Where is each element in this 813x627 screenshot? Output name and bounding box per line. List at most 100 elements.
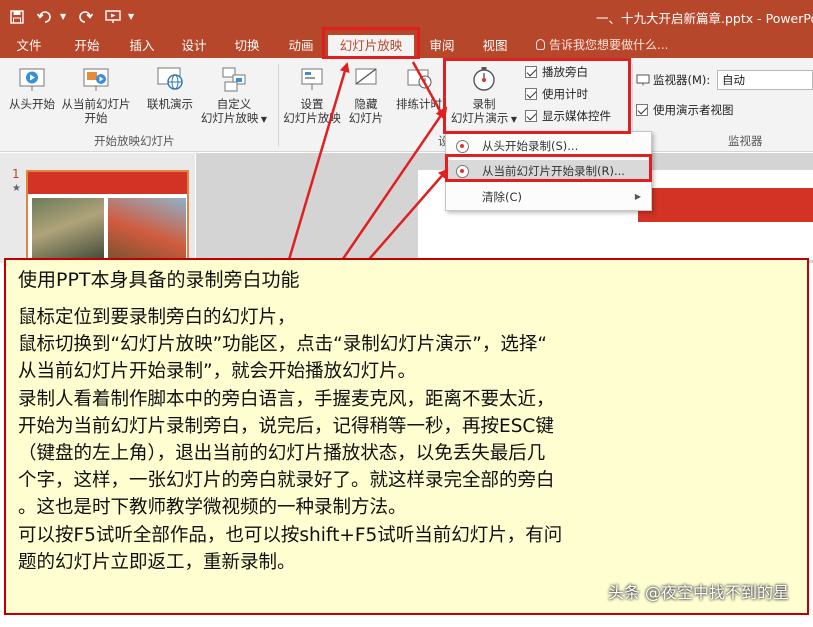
hide-slide-label-2: 幻灯片 <box>348 111 384 125</box>
hide-slide-icon <box>351 64 381 94</box>
record-slideshow-button[interactable]: 录制 幻灯片演示 ▼ <box>448 64 520 127</box>
from-current-label-1: 从当前幻灯片 <box>61 97 131 111</box>
tab-design[interactable]: 设计 <box>171 33 217 58</box>
thumbnail-header-band <box>28 172 187 194</box>
save-button[interactable] <box>4 4 30 30</box>
hide-slide-button[interactable]: 隐藏 幻灯片 <box>344 64 388 125</box>
ribbon-tab-row: 文件 开始 插入 设计 切换 动画 幻灯片放映 审阅 视图 <box>0 33 813 58</box>
use-timings-checkbox[interactable]: 使用计时 <box>525 85 588 103</box>
slide-header-band <box>638 188 813 222</box>
setup-slideshow-label-2: 幻灯片放映 <box>283 111 341 125</box>
show-media-controls-label: 显示媒体控件 <box>542 109 611 123</box>
menu-record-from-current[interactable]: 从当前幻灯片开始录制(R)... <box>446 160 651 182</box>
slide-thumbnail-pane: 1 ★ <box>0 153 195 263</box>
undo-icon <box>37 10 51 23</box>
custom-slideshow-label-1: 自定义 <box>216 97 252 111</box>
record-dropdown-icon: ▼ <box>508 115 518 124</box>
record-slideshow-label-1: 录制 <box>472 97 496 111</box>
hide-slide-label-1: 隐藏 <box>354 97 378 111</box>
thumbnail-photo <box>32 198 104 260</box>
record-dropdown-menu: 从头开始录制(S)... 从当前幻灯片开始录制(R)... 清除(C) ▶ <box>445 131 652 211</box>
custom-slideshow-label-2: 幻灯片放映 <box>200 111 259 125</box>
custom-slideshow-button[interactable]: 自定义 幻灯片放映 ▼ <box>198 64 270 127</box>
play-from-start-icon <box>17 64 47 94</box>
save-icon <box>10 9 24 24</box>
tab-insert[interactable]: 插入 <box>118 33 166 58</box>
rehearse-timings-button[interactable]: 排练计时 <box>396 64 442 111</box>
callout-line: 题的幻灯片立即返工，重新录制。 <box>18 551 296 573</box>
present-online-button[interactable]: 联机演示 <box>140 64 200 111</box>
tab-file[interactable]: 文件 <box>6 33 52 58</box>
callout-line: （键盘的左上角），退出当前的幻灯片播放状态，以免丢失最后几 <box>18 443 546 465</box>
rehearse-timings-label: 排练计时 <box>396 97 442 111</box>
checkbox-checked-icon <box>525 110 537 122</box>
tab-view[interactable]: 视图 <box>472 33 518 58</box>
monitor-select[interactable]: 自动 <box>717 70 813 90</box>
presenter-view-checkbox[interactable]: 使用演示者视图 <box>636 101 734 119</box>
setup-slideshow-label-1: 设置 <box>300 97 324 111</box>
start-from-beginning-qat-button[interactable] <box>100 4 126 30</box>
rehearse-timings-icon <box>404 64 434 94</box>
setup-slideshow-icon <box>297 64 327 94</box>
customize-qat-icon[interactable]: ▼ <box>128 12 138 21</box>
quick-access-toolbar: ▼ ▼ <box>0 0 138 33</box>
tab-transitions[interactable]: 切换 <box>224 33 270 58</box>
callout-line: 从当前幻灯片开始录制”，就会开始播放幻灯片。 <box>18 361 417 383</box>
presenter-view-label: 使用演示者视图 <box>653 103 734 117</box>
play-narrations-checkbox[interactable]: 播放旁白 <box>525 63 588 81</box>
monitor-label-row: 监视器(M): <box>636 71 710 89</box>
play-from-current-icon <box>81 64 111 94</box>
group-separator <box>278 64 279 146</box>
watermark: 头条 @夜空中找不到的星 <box>607 583 789 602</box>
undo-button[interactable] <box>32 4 58 30</box>
monitor-label: 监视器(M): <box>653 73 711 87</box>
show-media-controls-checkbox[interactable]: 显示媒体控件 <box>525 107 611 125</box>
title-bar: ▼ ▼ 一、十九大开启新篇章.pptx - PowerPoint <box>0 0 813 33</box>
undo-dropdown-icon[interactable]: ▼ <box>60 12 70 21</box>
from-beginning-label: 从头开始 <box>9 97 55 111</box>
menu-clear[interactable]: 清除(C) ▶ <box>446 186 651 208</box>
callout-line: 可以按F5试听全部作品，也可以按shift+F5试听当前幻灯片，有问 <box>18 524 563 546</box>
tab-review[interactable]: 审阅 <box>420 33 464 58</box>
record-icon <box>456 165 469 178</box>
record-stopwatch-icon <box>469 64 499 94</box>
from-current-label-2: 开始 <box>84 111 108 125</box>
from-current-slide-button[interactable]: 从当前幻灯片 开始 <box>58 64 134 125</box>
slide-thumbnail[interactable] <box>26 170 189 262</box>
tell-me-box[interactable]: 告诉我您想要做什么... <box>536 33 668 58</box>
callout-line: 录制人看着制作脚本中的旁白语言，手握麦克风，距离不要太近， <box>18 388 555 410</box>
ribbon-panel: 从头开始 从当前幻灯片 开始 联机演示 自定义 幻灯片放映 ▼ 开始放映幻灯片 … <box>0 58 813 152</box>
tab-animations[interactable]: 动画 <box>278 33 324 58</box>
present-online-label: 联机演示 <box>147 97 193 111</box>
record-icon <box>456 140 469 153</box>
start-slideshow-group-label: 开始放映幻灯片 <box>94 134 175 148</box>
menu-record-from-beginning-label: 从头开始录制(S)... <box>482 139 579 153</box>
instruction-callout: 使用PPT本身具备的录制旁白功能 鼠标定位到要录制旁白的幻灯片， 鼠标切换到“幻… <box>4 258 809 615</box>
callout-line: 个字，这样，一张幻灯片的旁白就录好了。就这样录完全部的旁白 <box>18 470 555 492</box>
tab-slideshow[interactable]: 幻灯片放映 <box>328 35 414 58</box>
setup-slideshow-button[interactable]: 设置 幻灯片放映 <box>280 64 344 125</box>
monitors-group-label: 监视器 <box>728 134 763 148</box>
slideshow-icon <box>105 9 121 23</box>
custom-slideshow-icon <box>219 64 249 94</box>
menu-record-from-beginning[interactable]: 从头开始录制(S)... <box>446 135 651 157</box>
custom-dropdown-icon: ▼ <box>258 115 268 124</box>
submenu-arrow-icon: ▶ <box>634 192 641 201</box>
callout-line: 。这也是时下教师教学微视频的一种录制方法。 <box>18 497 407 519</box>
callout-line: 开始为当前幻灯片录制旁白，说完后，记得稍等一秒，再按ESC键 <box>18 415 554 437</box>
menu-clear-label: 清除(C) <box>482 190 523 204</box>
callout-line: 鼠标切换到“幻灯片放映”功能区，点击“录制幻灯片演示”，选择“ <box>18 334 547 356</box>
checkbox-checked-icon <box>525 88 537 100</box>
record-slideshow-label-2: 幻灯片演示 <box>450 111 509 125</box>
slide-number: 1 <box>12 167 20 181</box>
monitor-icon <box>636 74 650 86</box>
callout-body: 鼠标定位到要录制旁白的幻灯片， 鼠标切换到“幻灯片放映”功能区，点击“录制幻灯片… <box>18 304 795 576</box>
use-timings-label: 使用计时 <box>542 87 588 101</box>
play-narrations-label: 播放旁白 <box>542 65 588 79</box>
checkbox-checked-icon <box>636 104 648 116</box>
redo-icon <box>79 10 93 23</box>
tab-home[interactable]: 开始 <box>62 33 112 58</box>
from-beginning-button[interactable]: 从头开始 <box>6 64 58 111</box>
redo-button[interactable] <box>72 4 98 30</box>
menu-record-from-current-label: 从当前幻灯片开始录制(R)... <box>482 164 625 178</box>
